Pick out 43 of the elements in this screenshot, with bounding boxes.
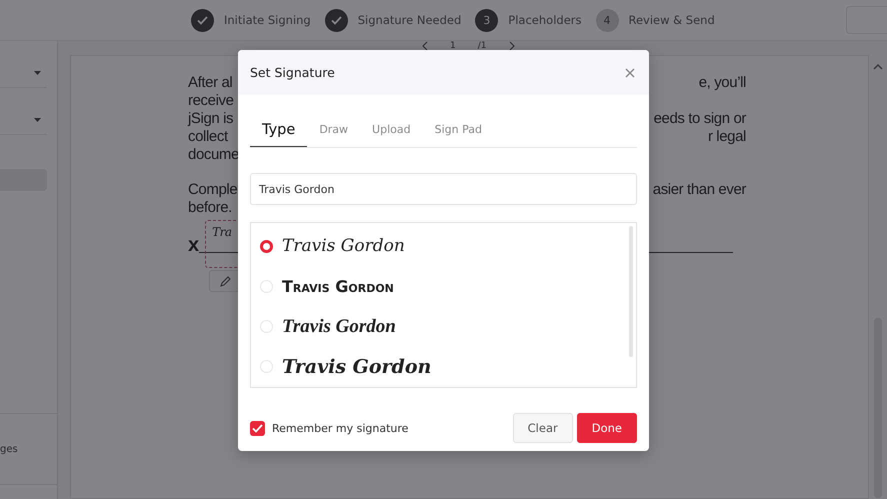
signature-option[interactable]: Travis Gordon bbox=[282, 276, 394, 296]
signature-option[interactable]: Travis Gordon bbox=[282, 236, 405, 256]
document-text: collect bbox=[188, 128, 228, 146]
step-label: Initiate Signing bbox=[224, 13, 311, 27]
caret-down-icon bbox=[34, 118, 41, 122]
document-text: After al bbox=[188, 74, 232, 92]
document-text: docume bbox=[188, 146, 239, 164]
signature-option[interactable]: Travis Gordon bbox=[282, 316, 396, 338]
document-text: Comple bbox=[188, 181, 238, 199]
step-check-icon bbox=[324, 8, 348, 32]
tab[interactable]: Type bbox=[250, 113, 308, 147]
checkbox-label: Remember my signature bbox=[272, 422, 408, 434]
document-text: jSign is bbox=[188, 110, 234, 128]
done-button[interactable]: Done bbox=[576, 413, 637, 443]
document-text: r legal bbox=[708, 128, 746, 146]
step-number: 3 bbox=[475, 8, 498, 32]
sidebar-text: ges bbox=[0, 444, 18, 454]
document-text: receive bbox=[188, 92, 234, 110]
chevron-right-icon[interactable] bbox=[508, 41, 514, 51]
document-text: before. bbox=[188, 199, 232, 217]
step-label: Review & Send bbox=[628, 13, 715, 27]
name-input[interactable]: Travis Gordon bbox=[250, 173, 637, 205]
signature-preview: Tra bbox=[212, 225, 232, 241]
caret-down-icon bbox=[34, 71, 41, 75]
chevron-up-icon[interactable] bbox=[872, 64, 882, 70]
page-total: /1 bbox=[478, 41, 486, 51]
pencil-icon bbox=[220, 276, 231, 286]
radio-button[interactable] bbox=[260, 240, 273, 253]
page-number: 1 bbox=[450, 41, 456, 51]
step-check-icon bbox=[191, 8, 214, 32]
checkbox[interactable] bbox=[250, 420, 265, 436]
dialog-title: Set Signature bbox=[250, 65, 335, 80]
close-icon[interactable] bbox=[623, 66, 637, 80]
signature-option[interactable]: Travis Gordon bbox=[282, 356, 432, 378]
sign-mark: x bbox=[188, 234, 200, 257]
document-text: asier than ever bbox=[652, 181, 746, 199]
clear-button[interactable]: Clear bbox=[512, 413, 573, 443]
step-label: Signature Needed bbox=[358, 13, 462, 27]
document-text: eeds to sign or bbox=[654, 110, 746, 128]
step-label: Placeholders bbox=[508, 13, 582, 27]
chevron-left-icon[interactable] bbox=[422, 41, 428, 51]
step-number: 4 bbox=[596, 8, 618, 32]
document-text: e, you’ll bbox=[698, 74, 746, 92]
